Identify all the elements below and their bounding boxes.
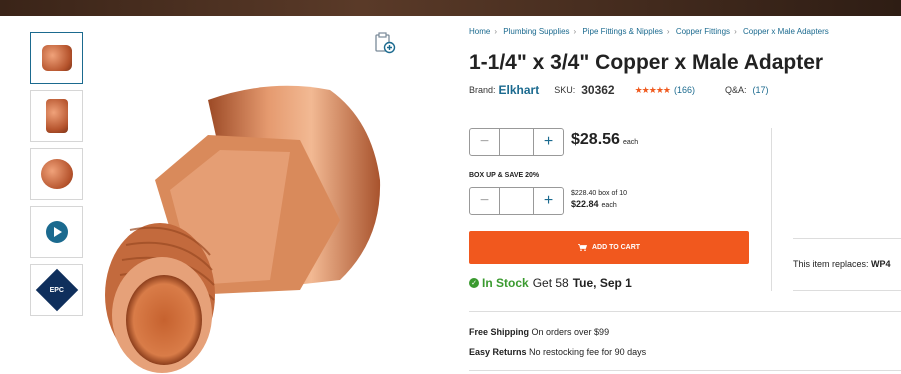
header-banner: [0, 0, 901, 16]
breadcrumb-link[interactable]: Pipe Fittings & Nipples: [582, 27, 662, 36]
breadcrumb-link[interactable]: Copper x Male Adapters: [743, 27, 829, 36]
free-shipping-info: Free Shipping On orders over $99: [469, 327, 609, 337]
breadcrumb-link[interactable]: Home: [469, 27, 490, 36]
stock-status: ✓ In Stock Get 58 Tue, Sep 1: [469, 276, 632, 290]
box-each-unit: each: [601, 202, 617, 209]
unit-price: $28.56 each: [571, 131, 638, 149]
box-quantity-stepper: − +: [469, 187, 564, 215]
review-count-link[interactable]: (166): [674, 85, 695, 95]
add-to-cart-label: ADD TO CART: [591, 244, 641, 251]
chevron-right-icon: ›: [494, 27, 498, 36]
thumbnail-brand-logo[interactable]: EPC: [30, 264, 83, 316]
perk-text: On orders over $99: [531, 327, 610, 337]
brand-link[interactable]: Elkhart: [499, 83, 540, 97]
chevron-right-icon: ›: [666, 27, 670, 36]
qa-count-link[interactable]: (17): [752, 85, 768, 95]
quantity-input[interactable]: [499, 129, 534, 155]
breadcrumb: Home › Plumbing Supplies › Pipe Fittings &…: [469, 27, 829, 36]
divider: [793, 238, 901, 239]
brand-label: Brand:: [469, 85, 496, 95]
thumbnail-image: [40, 159, 73, 189]
perk-text: No restocking fee for 90 days: [529, 347, 647, 357]
compare-icon[interactable]: [374, 32, 396, 54]
breadcrumb-link[interactable]: Copper Fittings: [676, 27, 730, 36]
replaces-value: WP4: [871, 259, 891, 269]
perk-title: Easy Returns: [469, 347, 527, 357]
star-rating[interactable]: ★★★★★: [635, 85, 671, 96]
chevron-right-icon: ›: [573, 27, 577, 36]
delivery-date: Tue, Sep 1: [572, 276, 632, 290]
thumbnail-3[interactable]: [30, 148, 83, 200]
divider: [793, 290, 901, 291]
quantity-stepper: − +: [469, 128, 564, 156]
plus-icon[interactable]: +: [534, 129, 563, 155]
price-value: $28.56: [571, 131, 620, 148]
box-each-price: $22.84 each: [571, 199, 617, 209]
thumbnail-image: [41, 45, 72, 71]
box-each-value: $22.84: [571, 199, 599, 209]
replaces-label: This item replaces:: [793, 259, 869, 269]
stock-label: In Stock: [482, 276, 529, 290]
thumbnail-list: EPC: [30, 32, 83, 322]
sku-label: SKU:: [554, 85, 576, 95]
breadcrumb-link[interactable]: Plumbing Supplies: [503, 27, 569, 36]
epc-logo: EPC: [35, 268, 78, 312]
product-title: 1-1/4" x 3/4" Copper x Male Adapter: [469, 51, 824, 74]
check-icon: ✓: [469, 278, 479, 288]
divider: [771, 128, 772, 291]
thumbnail-image: [45, 99, 68, 133]
sku-value: 30362: [581, 83, 615, 97]
replaces-info: This item replaces: WP4: [793, 259, 891, 269]
perk-title: Free Shipping: [469, 327, 530, 337]
box-total: $228.40 box of 10: [571, 190, 628, 197]
minus-icon[interactable]: −: [470, 188, 499, 214]
cart-icon: [577, 244, 587, 251]
divider: [469, 370, 901, 371]
add-to-cart-button[interactable]: ADD TO CART: [469, 231, 749, 264]
qa-label: Q&A:: [724, 85, 747, 95]
easy-returns-info: Easy Returns No restocking fee for 90 da…: [469, 347, 646, 357]
product-image: [105, 85, 381, 373]
chevron-right-icon: ›: [734, 27, 737, 36]
plus-icon[interactable]: +: [534, 188, 563, 214]
divider: [469, 311, 901, 312]
box-quantity-input[interactable]: [499, 188, 534, 214]
price-unit: each: [622, 139, 639, 146]
thumbnail-video[interactable]: [30, 206, 83, 258]
box-savings-label: BOX UP & SAVE 20%: [469, 172, 540, 179]
play-icon: [45, 221, 68, 243]
product-meta: Brand: Elkhart SKU: 30362 ★★★★★ (166) Q&…: [469, 83, 769, 97]
thumbnail-1[interactable]: [30, 32, 83, 84]
stock-quantity: Get 58: [532, 276, 569, 290]
minus-icon[interactable]: −: [470, 129, 499, 155]
thumbnail-2[interactable]: [30, 90, 83, 142]
